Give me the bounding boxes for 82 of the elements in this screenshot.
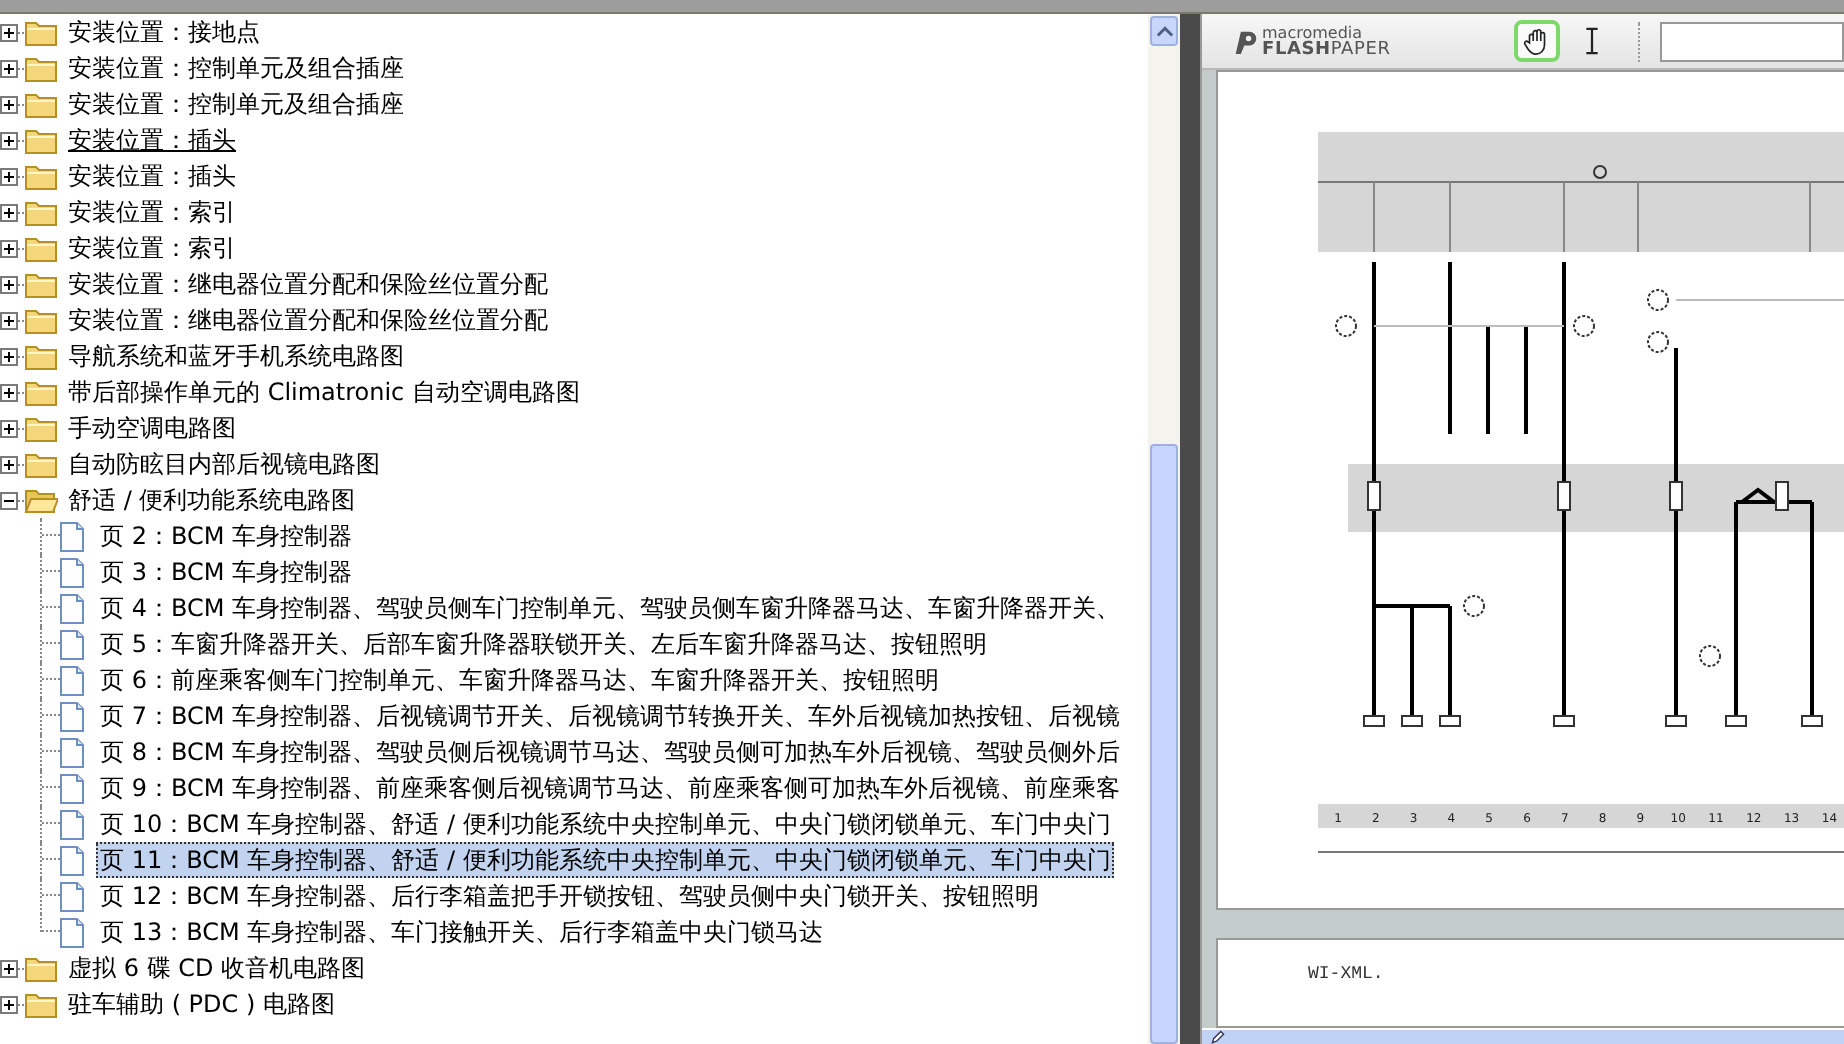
- scroll-up-button[interactable]: [1150, 16, 1178, 46]
- folder-icon: [24, 198, 58, 226]
- tree-item[interactable]: 安装位置：继电器位置分配和保险丝位置分配: [64, 302, 552, 338]
- expand-toggle[interactable]: [0, 59, 18, 77]
- page-icon: [60, 701, 84, 731]
- expand-toggle[interactable]: [0, 347, 18, 365]
- expand-toggle[interactable]: [0, 491, 18, 509]
- tree-item[interactable]: 导航系统和蓝牙手机系统电路图: [64, 338, 408, 374]
- tree-item[interactable]: 自动防眩目内部后视镜电路图: [64, 446, 384, 482]
- logo-brand: macromedia: [1262, 25, 1363, 41]
- page-icon: [60, 737, 84, 767]
- page-text: WI-XML.: [1308, 964, 1384, 984]
- expand-toggle[interactable]: [0, 131, 18, 149]
- expand-toggle[interactable]: [0, 455, 18, 473]
- folder-icon: [24, 234, 58, 262]
- folder-icon: [24, 342, 58, 370]
- expand-toggle[interactable]: [0, 311, 18, 329]
- open-folder-icon: [24, 486, 58, 514]
- folder-icon: [24, 306, 58, 334]
- page-icon: [60, 629, 84, 659]
- tree-item[interactable]: 页 5：车窗升降器开关、后部车窗升降器联锁开关、左后车窗升降器马达、按钮照明: [96, 626, 991, 662]
- page-icon: [60, 809, 84, 839]
- tree-item[interactable]: 页 3：BCM 车身控制器: [96, 554, 357, 590]
- folder-icon: [24, 270, 58, 298]
- tree-item[interactable]: 页 9：BCM 车身控制器、前座乘客侧后视镜调节马达、前座乘客侧可加热车外后视镜、前座乘客: [96, 770, 1125, 806]
- page-icon: [60, 665, 84, 695]
- folder-icon: [24, 954, 58, 982]
- expand-toggle[interactable]: [0, 95, 18, 113]
- tree-item[interactable]: 安装位置：接地点: [64, 14, 264, 50]
- tree-item[interactable]: 页 4：BCM 车身控制器、驾驶员侧车门控制单元、驾驶员侧车窗升降器马达、车窗升降器开关、: [96, 590, 1125, 626]
- tree-item[interactable]: 页 11：BCM 车身控制器、舒适 / 便利功能系统中央控制单元、中央门锁闭锁单元、车门中央门: [96, 842, 1115, 878]
- tree-item[interactable]: 页 7：BCM 车身控制器、后视镜调节开关、后视镜调节转换开关、车外后视镜加热按钮、后视镜: [96, 698, 1125, 734]
- tree-item[interactable]: 舒适 / 便利功能系统电路图: [64, 482, 360, 518]
- tree-item[interactable]: 虚拟 6 碟 CD 收音机电路图: [64, 950, 370, 986]
- expand-toggle[interactable]: [0, 419, 18, 437]
- logo-icon: [1234, 27, 1258, 55]
- tree-item[interactable]: 驻车辅助 ( PDC ) 电路图: [64, 986, 339, 1022]
- expand-toggle[interactable]: [0, 995, 18, 1013]
- tree-item[interactable]: 安装位置：插头: [64, 122, 240, 158]
- folder-icon: [24, 414, 58, 442]
- tree-item[interactable]: 安装位置：控制单元及组合插座: [64, 86, 408, 122]
- expand-toggle[interactable]: [0, 959, 18, 977]
- folder-icon: [24, 162, 58, 190]
- expand-toggle[interactable]: [0, 383, 18, 401]
- folder-icon: [24, 90, 58, 118]
- page-icon: [60, 773, 84, 803]
- expand-toggle[interactable]: [0, 167, 18, 185]
- folder-icon: [24, 18, 58, 46]
- expand-toggle[interactable]: [0, 275, 18, 293]
- logo-product: FLASHPAPER: [1262, 41, 1391, 57]
- scrollbar-thumb[interactable]: [1150, 444, 1178, 1044]
- search-field[interactable]: [1660, 21, 1844, 61]
- tree-item[interactable]: 页 10：BCM 车身控制器、舒适 / 便利功能系统中央控制单元、中央门锁闭锁单元、车门中央门: [96, 806, 1115, 842]
- page-icon: [60, 881, 84, 911]
- hand-tool-button[interactable]: [1514, 20, 1560, 62]
- tree-item[interactable]: 页 6：前座乘客侧车门控制单元、车窗升降器马达、车窗升降器开关、按钮照明: [96, 662, 943, 698]
- folder-icon: [24, 378, 58, 406]
- tree-item[interactable]: 安装位置：插头: [64, 158, 240, 194]
- folder-icon: [24, 126, 58, 154]
- tree-item[interactable]: 页 12：BCM 车身控制器、后行李箱盖把手开锁按钮、驾驶员侧中央门锁开关、按钮照明: [96, 878, 1044, 914]
- expand-toggle[interactable]: [0, 239, 18, 257]
- page-icon: [60, 845, 84, 875]
- expand-toggle[interactable]: [0, 23, 18, 41]
- expand-toggle[interactable]: [0, 203, 18, 221]
- tree-item[interactable]: 安装位置：控制单元及组合插座: [64, 50, 408, 86]
- folder-icon: [24, 450, 58, 478]
- text-cursor-icon: [1583, 26, 1599, 56]
- tree-item[interactable]: 页 2：BCM 车身控制器: [96, 518, 357, 554]
- folder-icon: [24, 54, 58, 82]
- folder-icon: [24, 990, 58, 1018]
- tree-item[interactable]: 安装位置：索引: [64, 194, 240, 230]
- page-icon: [60, 557, 84, 587]
- tree-item[interactable]: 安装位置：继电器位置分配和保险丝位置分配: [64, 266, 552, 302]
- tree-item[interactable]: 安装位置：索引: [64, 230, 240, 266]
- tree-item[interactable]: 页 8：BCM 车身控制器、驾驶员侧后视镜调节马达、驾驶员侧可加热车外后视镜、驾驶员侧外后: [96, 734, 1125, 770]
- page-icon: [60, 917, 84, 947]
- tree-item[interactable]: 页 13：BCM 车身控制器、车门接触开关、后行李箱盖中央门锁马达: [96, 914, 828, 950]
- tree-item[interactable]: 手动空调电路图: [64, 410, 240, 446]
- page-icon: [60, 593, 84, 623]
- scrollbar[interactable]: [1148, 14, 1180, 1044]
- page-icon: [60, 521, 84, 551]
- tree-item[interactable]: 带后部操作单元的 Climatronic 自动空调电路图: [64, 374, 584, 410]
